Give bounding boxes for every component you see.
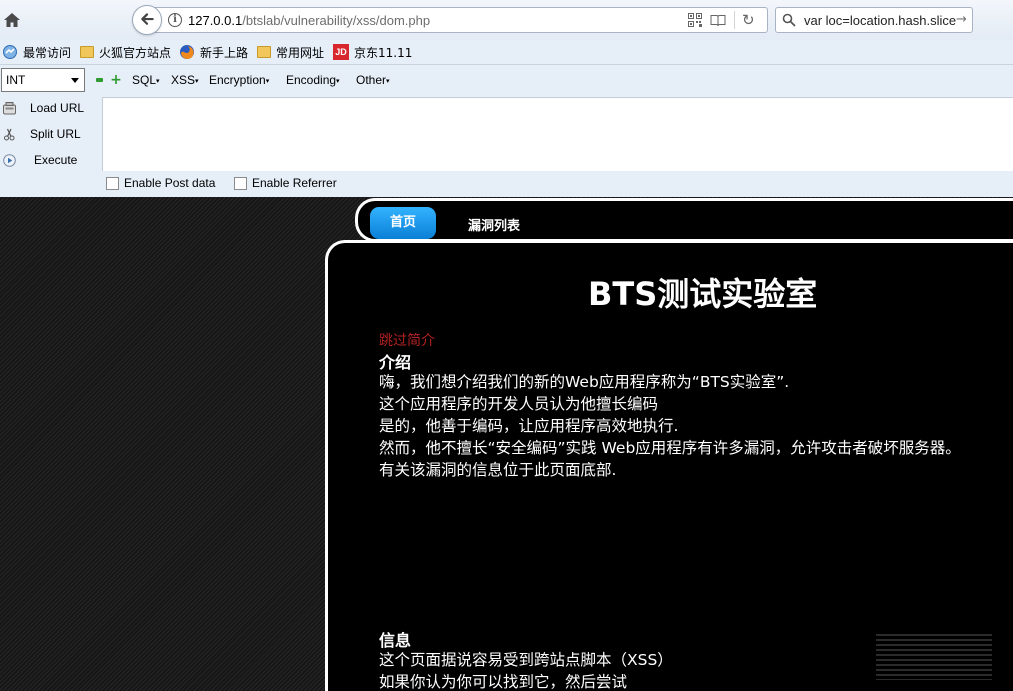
navigation-toolbar: i 127.0.0.1/btslab/vulnerability/xss/dom… <box>0 0 1013 40</box>
enable-referrer-checkbox[interactable]: Enable Referrer <box>234 176 337 190</box>
hackbar-panel: INT + SQL▾ XSS▾ Encryption▾ Encoding▾ Ot… <box>0 64 1013 197</box>
bookmark-firefox-official[interactable]: 火狐官方站点 <box>80 43 171 61</box>
skip-intro-link[interactable]: 跳过简介 <box>379 330 435 350</box>
caret-down-icon: ▾ <box>156 77 160 85</box>
decrement-button[interactable] <box>96 78 103 82</box>
url-path: /btslab/vulnerability/xss/dom.php <box>242 13 431 28</box>
caret-down-icon: ▾ <box>386 77 390 85</box>
intro-heading: 介绍 <box>379 353 412 372</box>
split-url-button[interactable]: Split URL <box>0 124 100 146</box>
bookmark-label: 新手上路 <box>200 45 249 60</box>
menu-label: SQL <box>132 73 157 87</box>
increment-button[interactable]: + <box>110 73 122 87</box>
menu-sql[interactable]: SQL▾ <box>132 73 160 87</box>
intro-line: 有关该漏洞的信息位于此页面底部. <box>379 461 617 479</box>
reload-icon[interactable]: ↻ <box>742 12 758 28</box>
intro-line: 然而，他不擅长“安全编码”实践 Web应用程序有许多漏洞，允许攻击者破坏服务器。 <box>379 439 961 457</box>
checkbox-box[interactable] <box>106 176 119 190</box>
bookmark-label: 京东11.11 <box>354 45 413 60</box>
scissors-icon <box>4 128 15 141</box>
search-go-arrow-icon[interactable]: → <box>956 12 967 27</box>
menu-label: Other <box>356 73 387 87</box>
checkbox-box[interactable] <box>234 176 247 190</box>
caret-down-icon: ▾ <box>265 77 270 85</box>
select-value: INT <box>6 73 26 87</box>
action-label: Execute <box>34 153 78 167</box>
back-arrow-icon <box>141 13 154 25</box>
site-navigation: 首页 漏洞列表 <box>355 198 1013 242</box>
home-icon[interactable] <box>3 11 21 29</box>
bookmarks-toolbar: 最常访问 火狐官方站点 新手上路 常用网址 JD 京东11.11 <box>0 40 1013 64</box>
menu-label: Encryption <box>209 73 266 87</box>
bookmark-getting-started[interactable]: 新手上路 <box>179 43 248 61</box>
menu-encryption[interactable]: Encryption▾ <box>209 73 269 87</box>
url-bar[interactable]: i 127.0.0.1/btslab/vulnerability/xss/dom… <box>148 7 768 33</box>
action-label: Split URL <box>30 127 81 141</box>
url-text[interactable]: 127.0.0.1/btslab/vulnerability/xss/dom.p… <box>188 13 430 28</box>
bookmark-label: 最常访问 <box>23 45 72 60</box>
info-line: 如果你认为你可以找到它，然后尝试 <box>379 673 628 691</box>
bookmark-label: 常用网址 <box>276 45 325 60</box>
intro-text: 嗨，我们想介绍我们的新的Web应用程序称为“BTS实验室”. 这个应用程序的开发… <box>379 371 961 481</box>
caret-down-icon: ▾ <box>336 77 340 85</box>
url-bar-divider <box>734 11 735 29</box>
info-text: 这个页面据说容易受到跨站点脚本（XSS） 如果你认为你可以找到它，然后尝试 <box>379 649 673 691</box>
page-title: BTS测试实验室 <box>588 275 818 313</box>
bookmark-label: 火狐官方站点 <box>99 45 172 60</box>
nav-home-link[interactable]: 首页 <box>370 207 436 239</box>
menu-other[interactable]: Other▾ <box>356 73 390 87</box>
dropdown-arrow-icon <box>71 78 79 83</box>
most-visited-icon <box>3 45 17 59</box>
jd-icon: JD <box>333 44 349 60</box>
url-host: 127.0.0.1 <box>188 13 243 28</box>
intro-line: 是的，他善于编码，让应用程序高效地执行. <box>379 417 679 435</box>
menu-label: XSS <box>171 73 196 87</box>
menu-label: Encoding <box>286 73 337 87</box>
bookmark-most-visited[interactable]: 最常访问 <box>2 43 71 61</box>
browser-chrome: i 127.0.0.1/btslab/vulnerability/xss/dom… <box>0 0 1013 197</box>
striped-decoration <box>876 634 992 680</box>
intro-line: 这个应用程序的开发人员认为他擅长编码 <box>379 395 659 413</box>
execute-play-icon <box>3 154 16 167</box>
search-bar[interactable]: var loc=location.hash.slice → <box>775 7 973 33</box>
nav-vulnerability-list-link[interactable]: 漏洞列表 <box>468 215 520 234</box>
bookmark-jd[interactable]: JD 京东11.11 <box>333 43 412 61</box>
info-line: 这个页面据说容易受到跨站点脚本（XSS） <box>379 651 673 669</box>
hackbar-url-textarea[interactable] <box>102 97 1013 171</box>
caret-down-icon: ▾ <box>195 77 199 85</box>
menu-xss[interactable]: XSS▾ <box>171 73 199 87</box>
search-input[interactable]: var loc=location.hash.slice <box>804 13 956 28</box>
load-url-icon <box>3 102 16 115</box>
search-icon <box>782 13 796 27</box>
bookmark-common-sites[interactable]: 常用网址 <box>257 43 324 61</box>
intro-line: 嗨，我们想介绍我们的新的Web应用程序称为“BTS实验室”. <box>379 373 790 391</box>
reader-view-icon[interactable] <box>710 14 726 27</box>
action-label: Load URL <box>30 101 85 115</box>
checkbox-label: Enable Referrer <box>252 176 337 190</box>
firefox-icon <box>180 45 194 59</box>
int-type-select[interactable]: INT <box>1 68 85 92</box>
folder-icon <box>80 46 94 58</box>
load-url-button[interactable]: Load URL <box>0 98 100 120</box>
execute-button[interactable]: Execute <box>0 150 100 172</box>
back-button[interactable] <box>132 5 162 35</box>
menu-encoding[interactable]: Encoding▾ <box>286 73 340 87</box>
checkbox-label: Enable Post data <box>124 176 216 190</box>
enable-post-data-checkbox[interactable]: Enable Post data <box>106 176 215 190</box>
web-page-content: 首页 漏洞列表 BTS测试实验室 跳过简介 介绍 嗨，我们想介绍我们的新的Web… <box>0 197 1013 691</box>
site-info-icon[interactable]: i <box>168 13 182 27</box>
qr-code-icon[interactable] <box>688 13 702 27</box>
folder-icon <box>257 46 271 58</box>
content-panel: BTS测试实验室 跳过简介 介绍 嗨，我们想介绍我们的新的Web应用程序称为“B… <box>325 240 1013 691</box>
info-heading: 信息 <box>379 631 412 650</box>
